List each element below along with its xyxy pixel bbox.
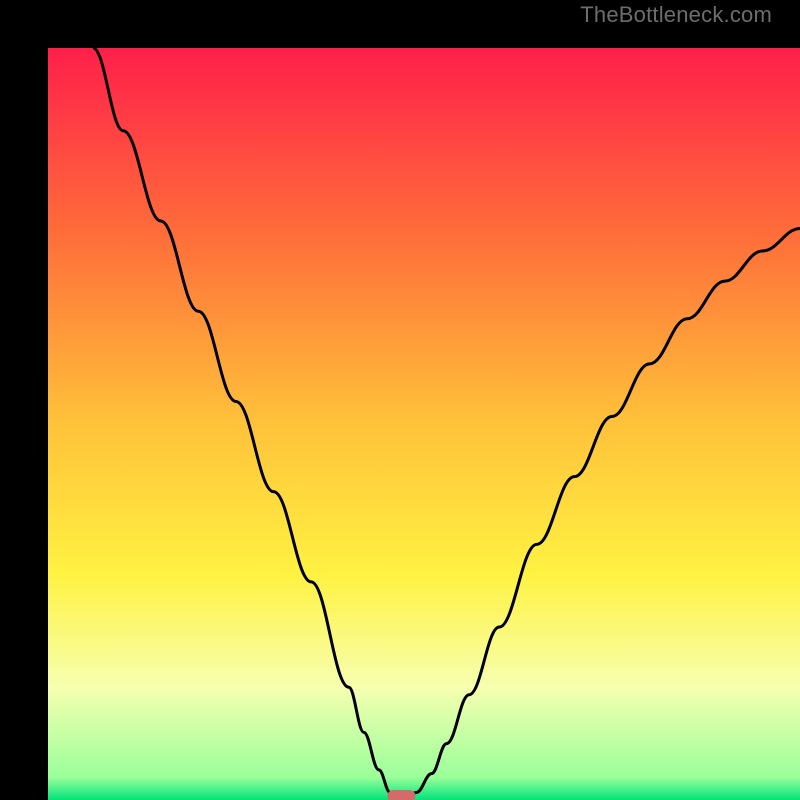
chart-canvas — [48, 48, 800, 800]
chart-plot-area — [48, 48, 800, 800]
chart-frame — [0, 0, 800, 800]
chart-background — [48, 48, 800, 800]
watermark-text: TheBottleneck.com — [580, 2, 772, 28]
minimum-marker — [387, 790, 415, 800]
